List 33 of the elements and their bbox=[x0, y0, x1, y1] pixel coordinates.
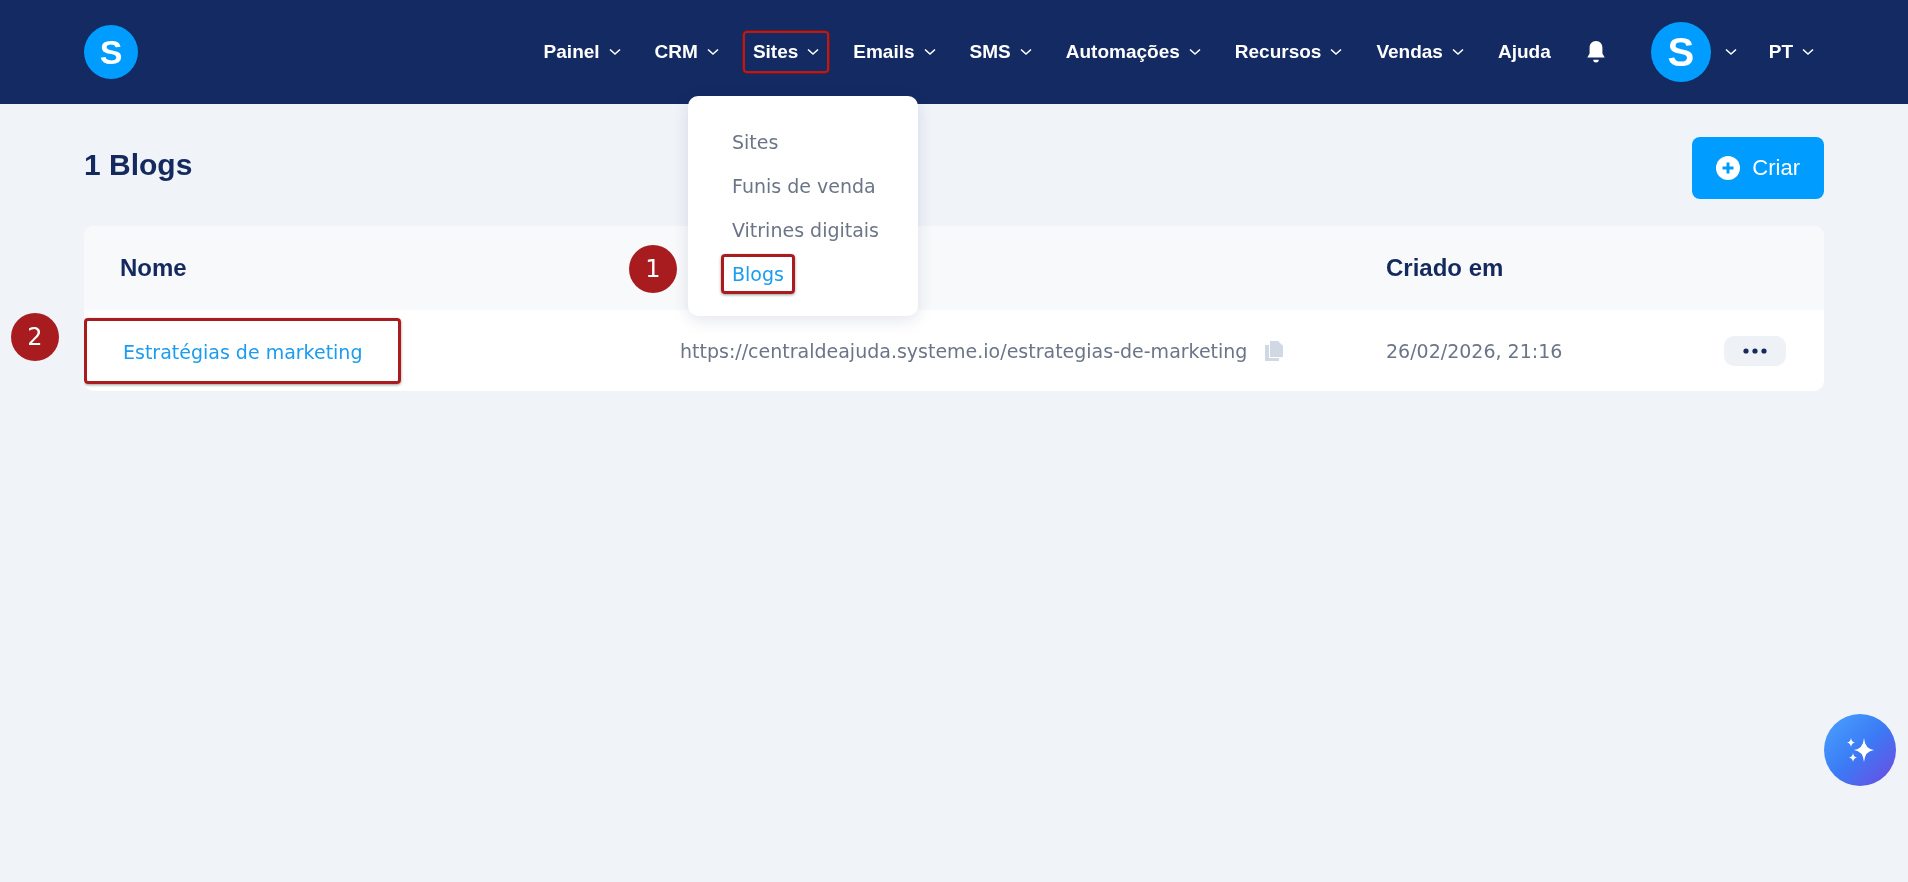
table-cell: https://centraldeajuda.systeme.io/estrategias-de-marketing bbox=[680, 339, 1248, 362]
nav-menu-item[interactable]: Vendas bbox=[1366, 31, 1474, 73]
caret-icon bbox=[706, 48, 719, 56]
column-header: Nome bbox=[120, 254, 187, 281]
nav-menu-item[interactable]: Recursos bbox=[1224, 31, 1353, 73]
caret-icon bbox=[1451, 48, 1464, 56]
ellipsis-icon bbox=[1743, 347, 1767, 354]
caret-icon[interactable] bbox=[1724, 48, 1737, 56]
caret-icon bbox=[1019, 48, 1032, 56]
nav-menu-item[interactable]: Painel bbox=[533, 31, 631, 73]
caret-icon bbox=[807, 48, 820, 56]
caret-icon bbox=[923, 48, 936, 56]
caret-icon bbox=[1330, 48, 1343, 56]
plus-icon bbox=[1716, 156, 1741, 180]
nav-menu-item[interactable]: Emails bbox=[843, 31, 946, 73]
nav-menu-item[interactable]: CRM bbox=[644, 31, 729, 73]
page-title: 1 Blogs bbox=[84, 148, 193, 182]
more-options-button[interactable] bbox=[1724, 335, 1786, 366]
caret-icon bbox=[608, 48, 621, 56]
dropdown-item[interactable]: Vitrines digitais bbox=[721, 210, 891, 250]
dropdown-item[interactable]: Funis de venda bbox=[721, 166, 887, 206]
nav-menu-item[interactable]: Ajuda bbox=[1487, 31, 1561, 73]
dropdown-item[interactable]: Sites bbox=[721, 122, 790, 162]
column-header: Criado em bbox=[1386, 254, 1504, 281]
caret-icon bbox=[1188, 48, 1201, 56]
caret-icon bbox=[1802, 48, 1814, 56]
nav-menu-item[interactable]: Sites bbox=[742, 31, 830, 73]
language-selector[interactable]: PT bbox=[1758, 31, 1824, 73]
table-cell: 26/02/2026, 21:16 bbox=[1386, 339, 1563, 362]
step-number-badge: 2 bbox=[11, 313, 59, 361]
nav-menu-item[interactable]: Automações bbox=[1055, 31, 1211, 73]
bell-icon[interactable] bbox=[1584, 39, 1607, 65]
nav-menu-item[interactable]: SMS bbox=[959, 31, 1042, 73]
